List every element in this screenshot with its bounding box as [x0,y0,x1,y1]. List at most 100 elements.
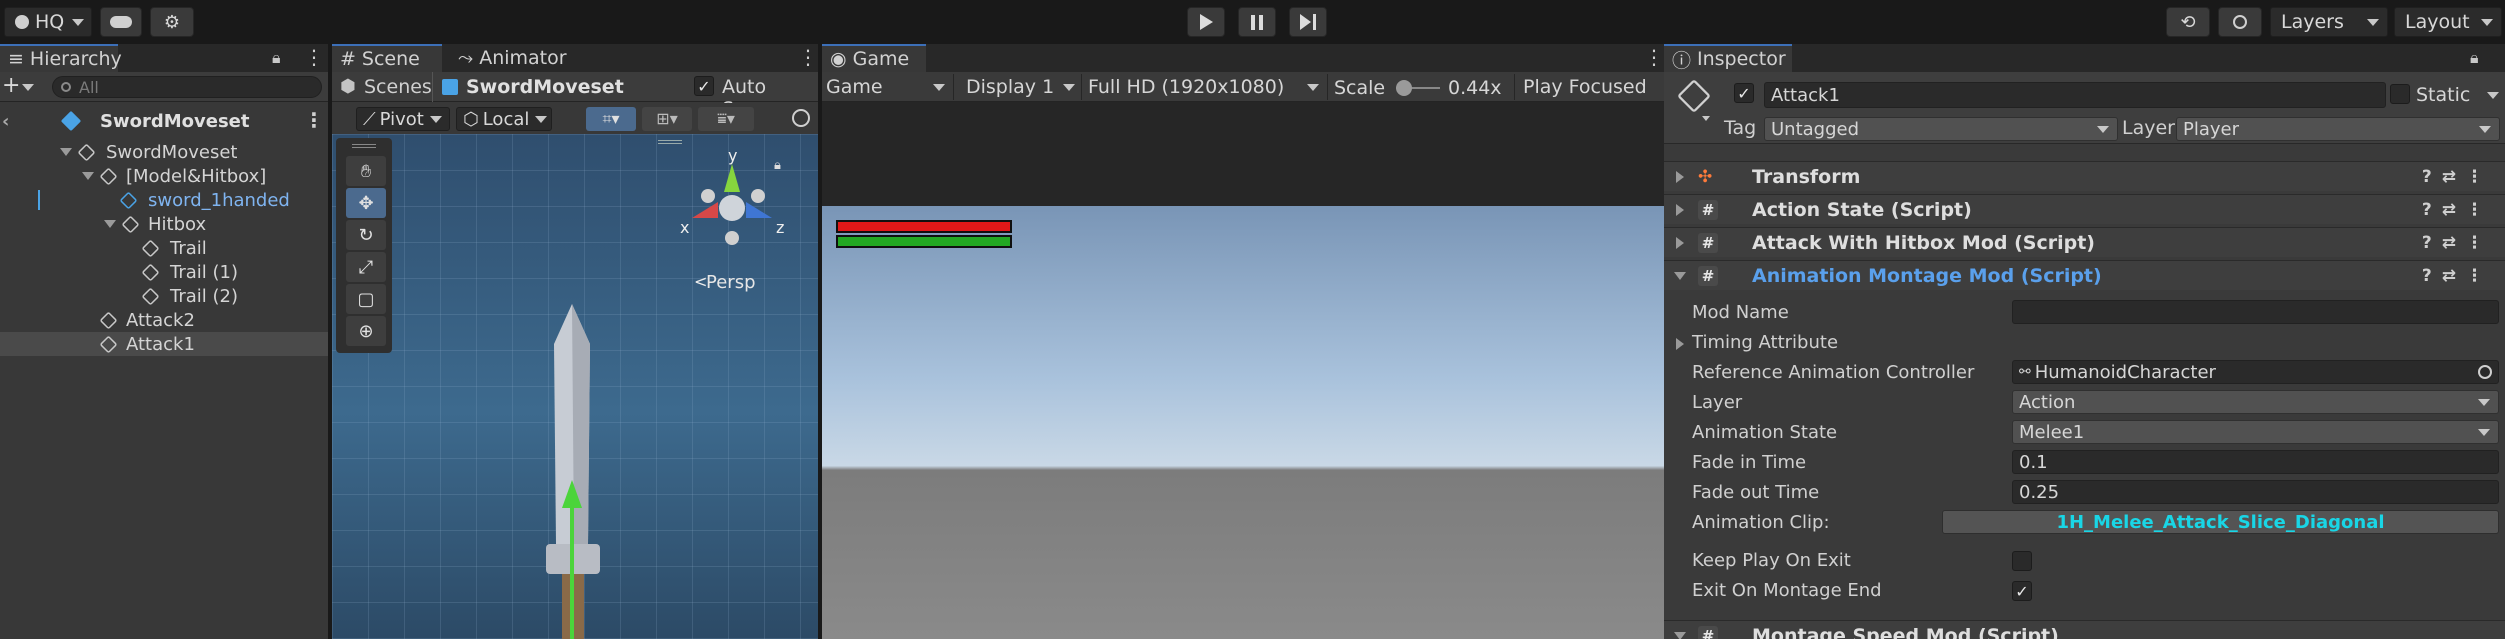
step-button[interactable] [1289,7,1327,37]
reference-controller-field[interactable]: ⚯ HumanoidCharacter [2012,360,2499,384]
layers-label: Layers [2281,11,2344,33]
search-input[interactable]: All [52,76,322,98]
local-dropdown[interactable]: ⬡ Local [456,107,552,131]
list-item[interactable]: Trail [0,236,328,260]
move-tool-button[interactable]: ✥ [346,188,386,218]
component-actions-icon[interactable]: ?⇄⋮ [2422,167,2493,187]
breadcrumb-root[interactable]: Scenes [364,76,432,98]
layout-dropdown[interactable]: Layout [2394,7,2502,37]
list-item[interactable]: sword_1handed [0,188,328,212]
scale-tool-button[interactable]: ⤢ [346,252,386,282]
scale-slider[interactable] [1396,80,1440,96]
hand-tool-button[interactable]: ✋︎ [346,156,386,186]
keep-play-checkbox[interactable] [2012,551,2032,571]
display-dropdown[interactable]: Display 1 [966,74,1082,100]
play-button[interactable] [1187,7,1225,37]
tab-inspector[interactable]: ⓘ Inspector [1664,44,1792,72]
layer-dropdown[interactable]: Player [2176,117,2500,141]
persp-label[interactable]: Persp [706,272,756,293]
step-icon [1300,14,1311,30]
timing-attribute-label[interactable]: Timing Attribute [1692,332,1838,353]
pivot-dropdown[interactable]: ⟋ Pivot [356,107,450,131]
component-actions-icon[interactable]: ?⇄⋮ [2422,266,2493,286]
game-viewport[interactable] [822,206,1664,639]
breadcrumb-current[interactable]: SwordMoveset [466,76,624,98]
scene-toolbar: ⟋ Pivot ⬡ Local ⌗▾ ⊞▾ ⩸▾ [332,103,818,134]
component-actions-icon[interactable]: ?⇄⋮ [2422,233,2493,253]
fade-out-field[interactable]: 0.25 [2012,480,2499,504]
lock-icon[interactable]: 🔒︎ [272,48,281,68]
layers-dropdown[interactable]: Layers [2270,7,2388,37]
sword-model[interactable] [512,304,632,639]
component-header[interactable]: # Attack With Hitbox Mod (Script) ?⇄⋮ [1664,227,2505,257]
list-item[interactable]: SwordMoveset [0,140,328,164]
chevron-down-icon[interactable] [22,84,34,91]
timing-attribute-expand-icon[interactable] [1676,338,1684,350]
lock-icon[interactable]: 🔒︎ [2470,48,2479,68]
component-header[interactable]: ✣ Transform ?⇄⋮ [1664,161,2505,191]
panel-menu-icon[interactable]: ⋮ [304,46,324,70]
tab-animator[interactable]: ⤳ Animator [450,44,580,72]
history-icon: ⟲ [2180,11,2196,33]
panel-menu-icon[interactable]: ⋮ [1644,46,1664,70]
rect-tool-button[interactable]: ▢ [346,284,386,314]
splitter[interactable] [328,44,332,639]
list-item[interactable]: Trail (2) [0,284,328,308]
component-header-expanded[interactable]: # Animation Montage Mod (Script) ?⇄⋮ [1664,260,2505,290]
game-mode-dropdown[interactable]: Game [826,74,954,100]
scene-row[interactable]: ‹ SwordMoveset ⋮ [0,108,328,134]
splitter[interactable] [818,44,822,639]
auto-save-checkbox[interactable]: ✓ [694,76,714,96]
list-item[interactable]: Trail (1) [0,260,328,284]
play-focused-dropdown[interactable]: Play Focused [1514,74,1664,100]
object-picker-icon[interactable] [2478,365,2492,379]
pause-button[interactable] [1238,7,1276,37]
component-title: Transform [1752,165,1861,188]
chevron-down-icon [2367,18,2379,26]
cloud-button[interactable] [100,7,142,37]
transform-tool-button[interactable]: ⊕ [346,316,386,346]
history-button[interactable]: ⟲ [2166,7,2210,37]
snap-toggle[interactable]: ⌗▾ [586,107,636,131]
tab-hierarchy[interactable]: ≡ Hierarchy [0,44,122,72]
exit-on-end-checkbox[interactable]: ✓ [2012,581,2032,601]
mod-name-field[interactable] [2012,300,2499,324]
list-item[interactable]: Hitbox [0,212,328,236]
panel-menu-icon[interactable]: ⋮ [798,46,818,70]
tab-game[interactable]: ◉ Game [822,44,926,72]
resolution-dropdown[interactable]: Full HD (1920x1080) [1088,74,1328,100]
list-item[interactable]: [Model&Hitbox] [0,164,328,188]
panel-drag-icon[interactable] [658,140,682,144]
overlay-icon[interactable] [792,109,810,127]
anim-state-dropdown[interactable]: Melee1 [2012,420,2499,444]
tab-scene[interactable]: # Scene [332,44,442,72]
rotate-tool-button[interactable]: ↻ [346,220,386,250]
stamina-bar [836,235,1012,248]
gameobject-icon [141,262,160,282]
component-actions-icon[interactable]: ?⇄⋮ [2422,200,2493,220]
tag-dropdown[interactable]: Untagged [1764,117,2118,141]
list-item-selected[interactable]: Attack1 [0,332,328,356]
account-dropdown[interactable]: HQ [4,7,92,37]
component-header[interactable]: # Action State (Script) ?⇄⋮ [1664,194,2505,224]
grid-snap-toggle[interactable]: ⊞▾ [642,107,692,131]
static-checkbox[interactable] [2390,84,2410,104]
drag-handle-icon[interactable] [352,144,376,148]
fade-in-field[interactable]: 0.1 [2012,450,2499,474]
anim-layer-dropdown[interactable]: Action [2012,390,2499,414]
component-header[interactable]: # Montage Speed Mod (Script) [1664,620,2505,639]
object-name-field[interactable]: Attack1 [1764,82,2386,108]
collab-button[interactable]: ⚙ [150,7,194,37]
chevron-down-icon[interactable] [2487,92,2499,99]
scene-viewport[interactable]: ✋︎ ✥ ↻ ⤢ ▢ ⊕ 🔒︎ y x z < Persp [332,134,818,639]
gizmo-neg-x [751,189,765,203]
add-icon[interactable]: + [2,73,20,98]
increment-snap-toggle[interactable]: ⩸▾ [698,107,754,131]
scene-menu-icon[interactable]: ⋮ [304,109,324,133]
active-checkbox[interactable]: ✓ [1734,83,1754,103]
anim-clip-button[interactable]: 1H_Melee_Attack_Slice_Diagonal [1942,510,2499,534]
search-button[interactable] [2218,7,2262,37]
list-item[interactable]: Attack2 [0,308,328,332]
chevron-down-icon[interactable] [1702,116,1710,121]
scale-slider-thumb[interactable] [1396,80,1412,96]
